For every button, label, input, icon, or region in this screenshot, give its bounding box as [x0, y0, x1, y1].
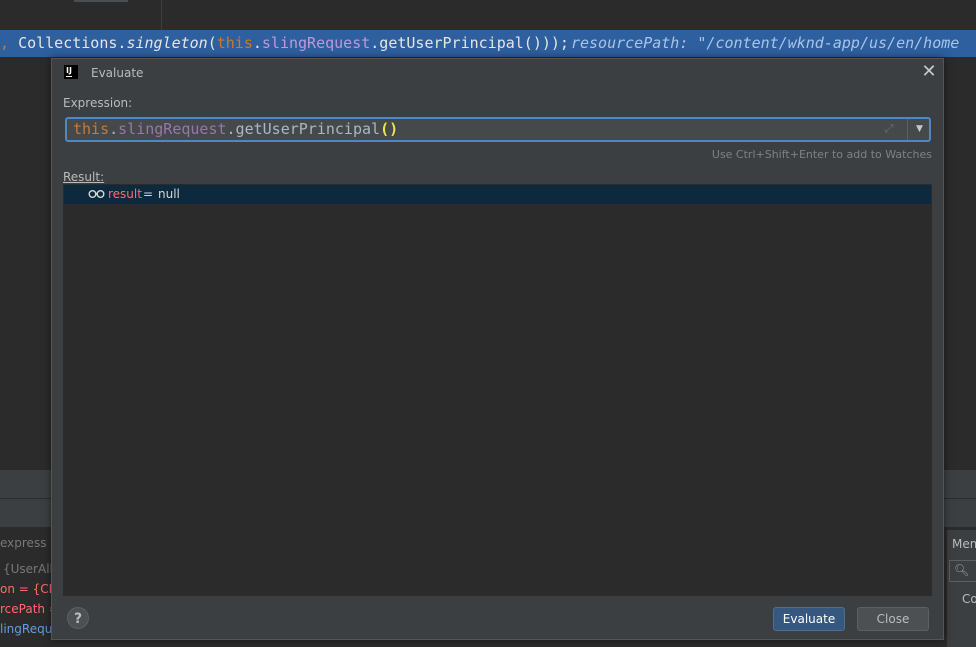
result-label: Result: [63, 170, 105, 184]
variables-filter-text[interactable]: express [0, 536, 46, 550]
memory-panel: Mem 🔍︎ Co [946, 530, 976, 647]
result-name: result [108, 187, 142, 201]
watch-glasses-icon [88, 187, 106, 201]
editor-gutter-line [161, 0, 162, 30]
expr-parens: () [380, 120, 399, 138]
expression-text: this.slingRequest.getUserPrincipal() [73, 119, 398, 140]
close-button[interactable]: Close [857, 607, 929, 631]
memory-search-field[interactable]: 🔍︎ [949, 560, 976, 582]
code-token: ( [207, 34, 217, 52]
dropdown-icon[interactable]: ▼ [910, 119, 929, 140]
memory-column-header[interactable]: Co [962, 592, 976, 606]
expr-dot: . [109, 120, 119, 138]
watches-hint: Use Ctrl+Shift+Enter to add to Watches [711, 148, 932, 161]
expr-method: .getUserPrincipal [226, 120, 381, 138]
expression-label: Expression: [63, 96, 133, 110]
evaluate-dialog: IJ Evaluate ✕ Expression: this.slingRequ… [51, 58, 944, 640]
evaluate-button[interactable]: Evaluate [773, 607, 845, 631]
code-token: . [252, 34, 262, 52]
inline-debug-hint: resourcePath: "/content/wknd-app/us/en/h… [570, 34, 960, 52]
code-token: .getUserPrincipal())); [370, 34, 569, 52]
code-token: , [0, 34, 19, 52]
memory-tab[interactable]: Mem [952, 537, 976, 551]
expand-icon[interactable]: ⤢ [882, 122, 896, 136]
expr-field: slingRequest [118, 120, 227, 138]
code-token: Collections. [18, 34, 127, 52]
result-value: null [158, 187, 180, 201]
result-row[interactable]: result = null [64, 185, 931, 204]
result-equals: = [143, 187, 154, 201]
close-icon[interactable]: ✕ [920, 63, 938, 81]
expr-this: this [73, 120, 110, 138]
result-tree[interactable]: result = null [63, 184, 932, 596]
expression-input[interactable]: this.slingRequest.getUserPrincipal() ⤢ ▼ [65, 117, 931, 142]
help-button[interactable]: ? [67, 607, 89, 629]
search-icon: 🔍︎ [954, 563, 970, 577]
dropdown-separator [907, 119, 908, 140]
app-icon: IJ [64, 65, 78, 79]
code-token: singleton [126, 34, 208, 52]
code-tokens: , Collections.singleton(this.slingReques… [0, 34, 569, 52]
dialog-title-bar[interactable]: IJ Evaluate ✕ [52, 59, 943, 87]
code-token: slingRequest [261, 34, 371, 52]
code-token: this [216, 34, 253, 52]
evaluate-button-label: Evaluate [782, 612, 836, 626]
editor-top-area [0, 0, 976, 30]
editor-tab-stub [74, 0, 128, 2]
selected-code-line[interactable]: , Collections.singleton(this.slingReques… [0, 30, 976, 57]
dialog-title: Evaluate [91, 66, 144, 80]
